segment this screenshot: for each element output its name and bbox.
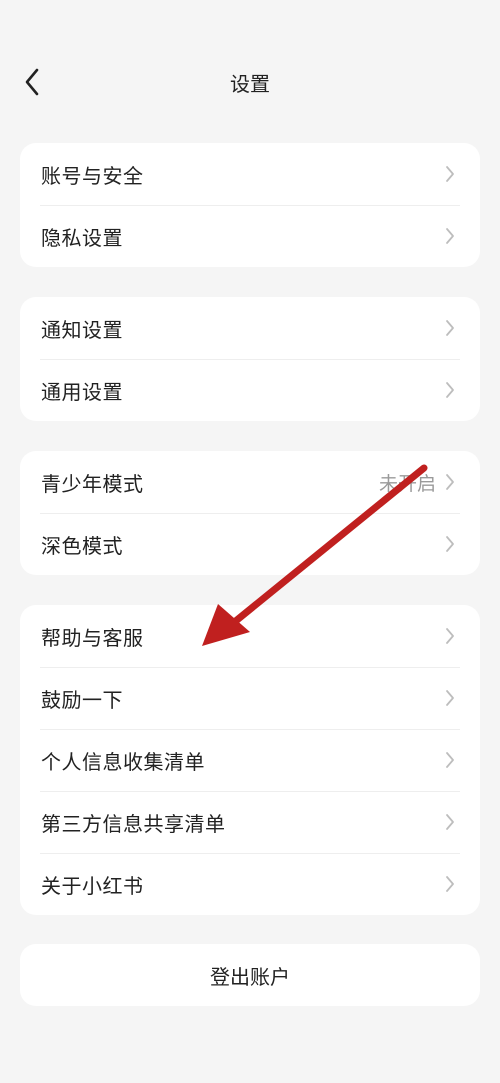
page-title: 设置 (230, 72, 270, 96)
row-third-party-sharing-list[interactable]: 第三方信息共享清单 (20, 791, 480, 853)
row-help-support[interactable]: 帮助与客服 (20, 605, 480, 667)
chevron-right-icon (444, 627, 456, 645)
row-account-security[interactable]: 账号与安全 (20, 143, 480, 205)
row-encourage[interactable]: 鼓励一下 (20, 667, 480, 729)
chevron-right-icon (444, 227, 456, 245)
row-label: 青少年模式 (41, 471, 144, 496)
row-label: 账号与安全 (41, 163, 144, 188)
row-label: 通用设置 (41, 379, 123, 404)
row-dark-mode[interactable]: 深色模式 (20, 513, 480, 575)
row-label: 鼓励一下 (41, 687, 123, 712)
row-label: 个人信息收集清单 (41, 749, 205, 774)
row-label: 通知设置 (41, 317, 123, 342)
logout-button[interactable]: 登出账户 (20, 944, 480, 1006)
logout-label: 登出账户 (210, 964, 290, 989)
chevron-right-icon (444, 473, 456, 491)
chevron-right-icon (444, 381, 456, 399)
row-label: 第三方信息共享清单 (41, 811, 226, 836)
chevron-right-icon (444, 751, 456, 769)
row-teen-mode[interactable]: 青少年模式 未开启 (20, 451, 480, 513)
row-label: 隐私设置 (41, 225, 123, 250)
row-privacy-settings[interactable]: 隐私设置 (20, 205, 480, 267)
settings-group-modes: 青少年模式 未开启 深色模式 (20, 451, 480, 575)
row-personal-info-list[interactable]: 个人信息收集清单 (20, 729, 480, 791)
row-general-settings[interactable]: 通用设置 (20, 359, 480, 421)
settings-page: 设置 账号与安全 隐私设置 通知设置 通用设置 青少年模式 未开启 深色模式 帮… (0, 0, 500, 1083)
chevron-right-icon (444, 165, 456, 183)
settings-group-about: 帮助与客服 鼓励一下 个人信息收集清单 第三方信息共享清单 关于小红书 (20, 605, 480, 915)
chevron-right-icon (444, 689, 456, 707)
row-label: 深色模式 (41, 533, 123, 558)
chevron-right-icon (444, 813, 456, 831)
row-label: 关于小红书 (41, 873, 144, 898)
chevron-right-icon (444, 875, 456, 893)
chevron-right-icon (444, 319, 456, 337)
chevron-right-icon (444, 535, 456, 553)
row-label: 帮助与客服 (41, 625, 144, 650)
settings-group-general: 通知设置 通用设置 (20, 297, 480, 421)
row-about-xiaohongshu[interactable]: 关于小红书 (20, 853, 480, 915)
teen-mode-status: 未开启 (378, 472, 436, 495)
row-notification-settings[interactable]: 通知设置 (20, 297, 480, 359)
header: 设置 (0, 52, 500, 112)
settings-group-account: 账号与安全 隐私设置 (20, 143, 480, 267)
